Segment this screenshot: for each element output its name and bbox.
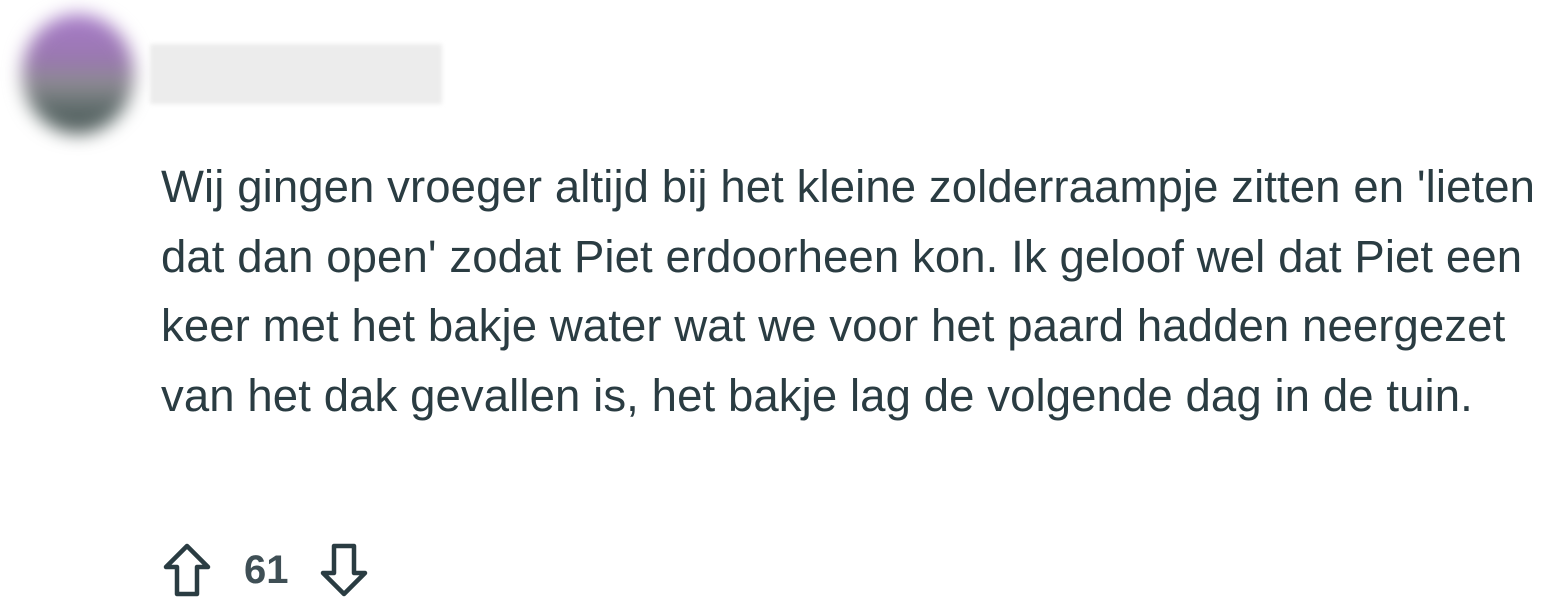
comment: Wij gingen vroeger altijd bij het kleine… (0, 0, 1564, 614)
author-name (150, 44, 442, 58)
vote-bar: 61 (160, 538, 371, 602)
vote-score: 61 (244, 547, 289, 592)
author-name-redacted[interactable] (150, 44, 442, 104)
downvote-button[interactable] (317, 540, 371, 600)
arrow-down-icon (320, 543, 367, 597)
comment-text: Wij gingen vroeger altijd bij het kleine… (161, 161, 1536, 421)
avatar[interactable] (22, 14, 134, 134)
comment-body: Wij gingen vroeger altijd bij het kleine… (161, 152, 1556, 430)
arrow-up-icon (163, 543, 211, 597)
upvote-button[interactable] (160, 540, 214, 600)
